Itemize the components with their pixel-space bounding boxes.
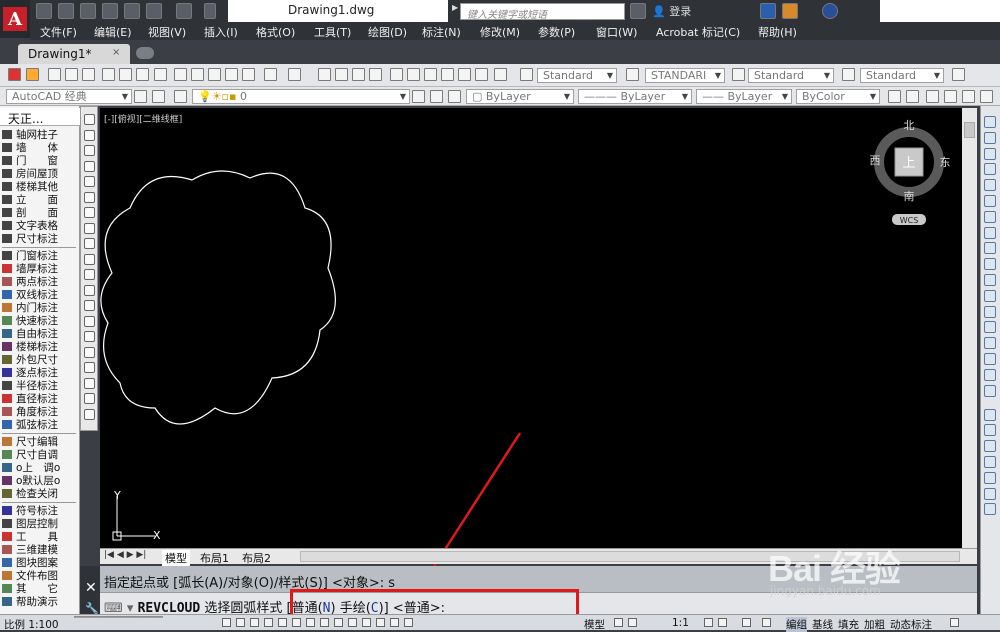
draworder-back-icon[interactable]: [984, 424, 996, 437]
annotation-arrow: [416, 432, 522, 594]
join-icon[interactable]: [984, 321, 996, 334]
mirror-icon[interactable]: [984, 147, 996, 160]
copy-icon[interactable]: [984, 131, 996, 144]
break-at-point-icon[interactable]: [984, 289, 996, 302]
chamfer-icon[interactable]: [984, 337, 996, 350]
grid-icon[interactable]: [250, 618, 259, 627]
erase-icon[interactable]: [984, 116, 996, 128]
draworder-front-icon[interactable]: [984, 408, 996, 421]
scale-icon[interactable]: [984, 226, 996, 239]
fullscreen-icon[interactable]: [950, 618, 959, 627]
close-icon[interactable]: ✕: [80, 566, 100, 596]
bring-annotations-icon[interactable]: [984, 503, 996, 516]
tab-layout2[interactable]: 布局2: [242, 550, 271, 566]
ducs-icon[interactable]: [334, 618, 343, 627]
quick-properties-icon[interactable]: [390, 618, 399, 627]
array-icon[interactable]: [984, 179, 996, 192]
tab-model[interactable]: 模型: [162, 550, 190, 566]
explode-icon[interactable]: [984, 384, 996, 397]
vertical-scrollbar-thumb[interactable]: [964, 122, 975, 138]
coordinate-readout: ▔▔▔▔▔▔▔▔▔▔▔: [74, 617, 163, 629]
draworder-above-icon[interactable]: [984, 440, 996, 453]
annotation-visibility-icon[interactable]: [704, 618, 713, 627]
break-icon[interactable]: [984, 305, 996, 318]
status-bar: 比例 1:100 ▔▔▔▔▔▔▔▔▔▔▔ 模型 1:1 编组 基线 填充 加粗 …: [0, 614, 1000, 632]
trim-icon[interactable]: [984, 258, 996, 271]
dyn-icon[interactable]: [348, 618, 357, 627]
lineweight-toggle-icon[interactable]: [362, 618, 371, 627]
tab-nav-arrows-icon[interactable]: |◀ ◀ ▶ ▶|: [104, 550, 146, 560]
3d-osnap-icon[interactable]: [306, 618, 315, 627]
quick-view-drawings-icon[interactable]: [628, 618, 637, 627]
otrack-icon[interactable]: [320, 618, 329, 627]
tab-layout1[interactable]: 布局1: [200, 550, 229, 566]
workspace-switch-icon[interactable]: [742, 618, 751, 627]
stretch-icon[interactable]: [984, 242, 996, 255]
polar-icon[interactable]: [278, 618, 287, 627]
quick-view-layouts-icon[interactable]: [614, 618, 623, 627]
watermark-url: jingyan.baidu.com: [770, 584, 881, 598]
auto-scale-icon[interactable]: [718, 618, 727, 627]
ortho-icon[interactable]: [264, 618, 273, 627]
draworder-below-icon[interactable]: [984, 456, 996, 468]
selection-cycling-icon[interactable]: [404, 618, 413, 627]
lock-icon[interactable]: [762, 618, 771, 627]
transparency-icon[interactable]: [376, 618, 385, 627]
vertical-scrollbar[interactable]: [962, 108, 977, 548]
command-window-handle[interactable]: ✕ 🔧: [80, 566, 100, 615]
text-to-front-icon[interactable]: [984, 471, 996, 484]
hatch-to-back-icon[interactable]: [984, 487, 996, 500]
rotate-icon[interactable]: [984, 210, 996, 223]
osnap-icon[interactable]: [292, 618, 301, 627]
move-icon[interactable]: [984, 195, 996, 207]
fillet-icon[interactable]: [984, 353, 996, 365]
infer-constraints-icon[interactable]: [222, 618, 231, 627]
blend-icon[interactable]: [984, 368, 996, 381]
offset-icon[interactable]: [984, 163, 996, 176]
extend-icon[interactable]: [984, 274, 996, 286]
wrench-icon[interactable]: 🔧: [80, 596, 100, 615]
snap-icon[interactable]: [236, 618, 245, 627]
annotation-scale[interactable]: 1:1: [672, 617, 689, 629]
